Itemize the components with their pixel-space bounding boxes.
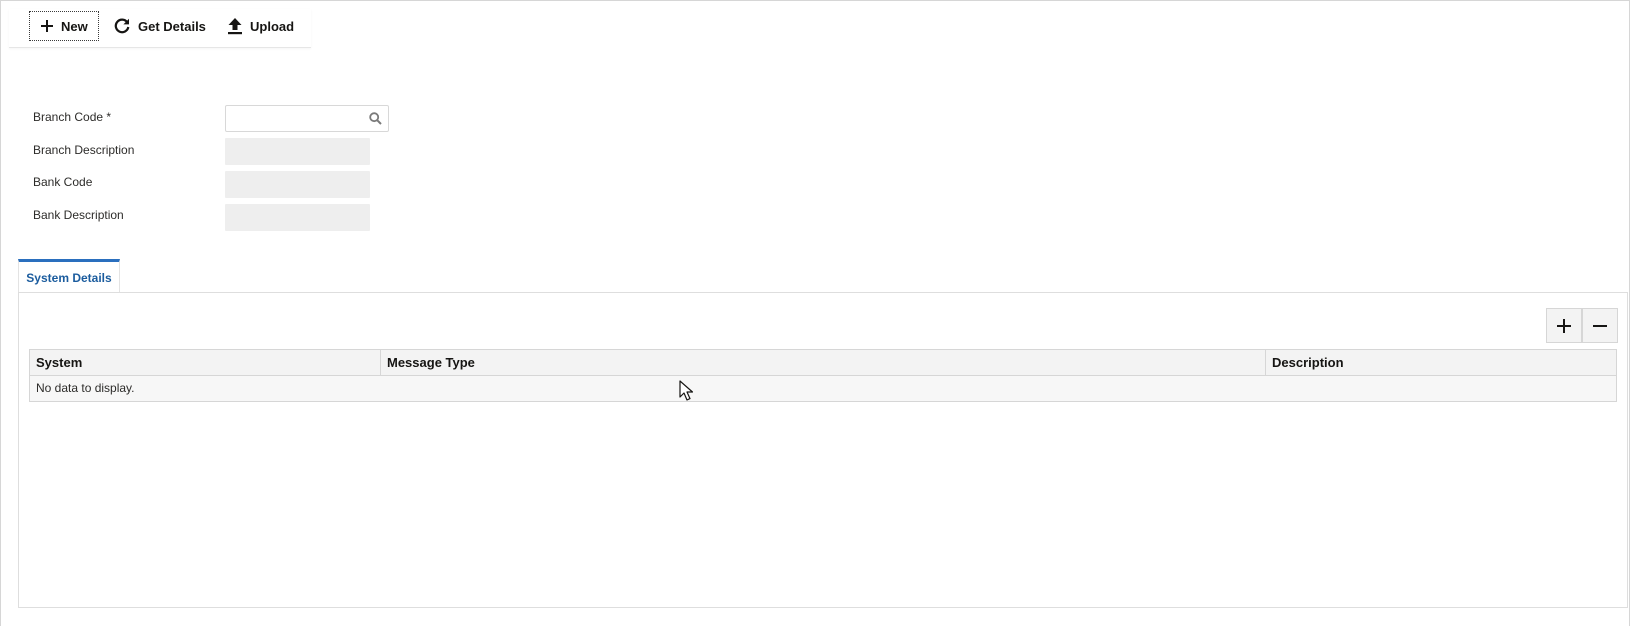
upload-button[interactable]: Upload (227, 11, 294, 41)
table-header: System Message Type Description (30, 350, 1616, 376)
tab-system-details[interactable]: System Details (18, 259, 120, 293)
bank-description-field (225, 204, 370, 231)
table-body: No data to display. (30, 376, 1616, 401)
bank-description-label: Bank Description (33, 208, 124, 222)
new-button[interactable]: New (29, 11, 99, 41)
search-icon[interactable] (366, 110, 384, 128)
branch-description-label: Branch Description (33, 143, 135, 157)
get-details-button[interactable]: Get Details (113, 11, 206, 41)
add-row-button[interactable] (1546, 308, 1582, 343)
upload-button-label: Upload (250, 18, 295, 34)
bank-code-label: Bank Code (33, 175, 93, 189)
system-details-panel: System Message Type Description No data … (18, 292, 1628, 608)
new-button-label: New (61, 18, 88, 34)
tab-label: System Details (26, 271, 112, 285)
branch-code-label: Branch Code * (33, 110, 112, 124)
branch-code-input[interactable] (226, 106, 366, 131)
plus-icon (41, 20, 53, 32)
refresh-icon (114, 18, 130, 34)
toolbar: New Get Details Upload (9, 9, 311, 48)
branch-code-field[interactable] (225, 105, 389, 132)
column-header-system[interactable]: System (30, 350, 380, 375)
branch-description-field (225, 138, 370, 165)
minus-icon (1593, 324, 1607, 327)
column-header-description[interactable]: Description (1265, 350, 1616, 375)
mouse-cursor-icon (679, 380, 693, 401)
plus-icon (1557, 318, 1571, 333)
column-header-message-type[interactable]: Message Type (380, 350, 1265, 375)
empty-message: No data to display. (36, 381, 135, 395)
upload-icon (228, 18, 242, 35)
bank-code-field (225, 171, 370, 198)
get-details-button-label: Get Details (138, 18, 206, 34)
system-details-table: System Message Type Description No data … (29, 349, 1617, 402)
remove-row-button[interactable] (1582, 308, 1618, 343)
